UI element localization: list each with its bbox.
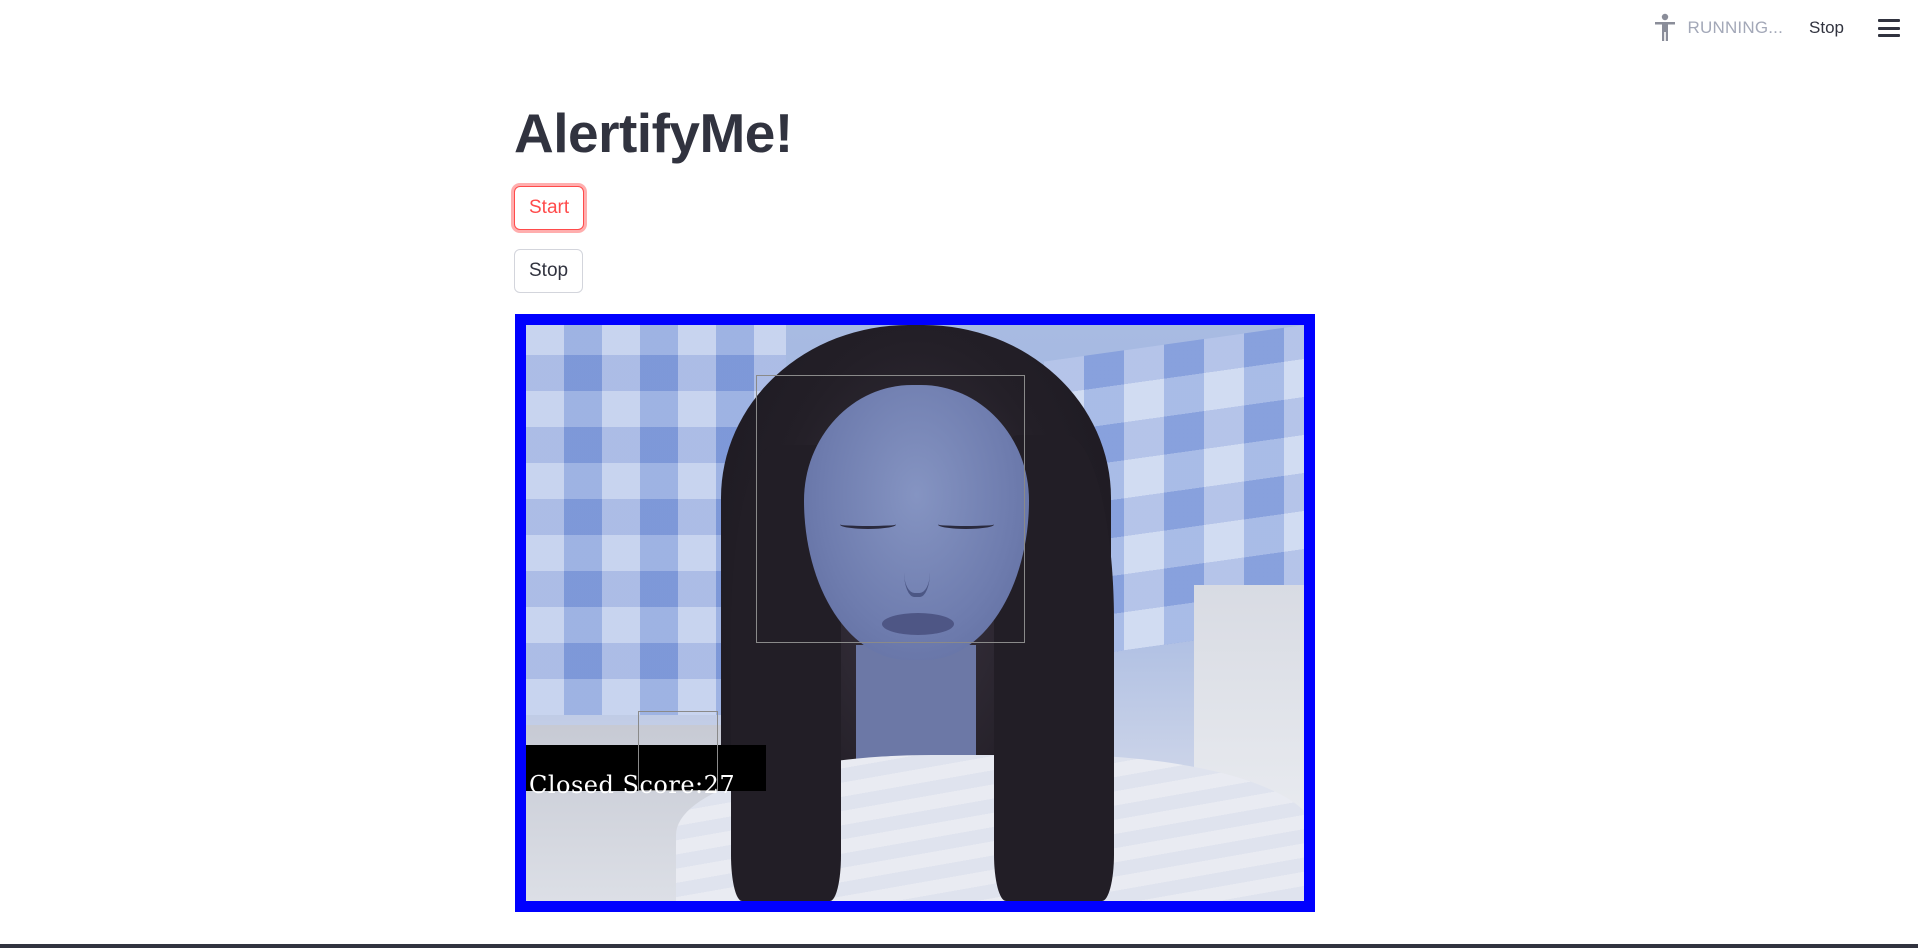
webcam-video-frame: Closed Score:27 xyxy=(515,314,1315,912)
stop-button[interactable]: Stop xyxy=(514,249,584,293)
eye-status-label: Closed xyxy=(529,771,615,799)
page-title: AlertifyMe! xyxy=(514,102,793,164)
toolbar-stop-button[interactable]: Stop xyxy=(1809,18,1844,38)
hamburger-menu-icon[interactable] xyxy=(1878,19,1900,37)
app-toolbar: RUNNING... Stop xyxy=(1652,0,1918,56)
face-detection-box xyxy=(756,375,1025,643)
webcam-feed-image: Closed Score:27 xyxy=(526,325,1304,901)
start-button[interactable]: Start xyxy=(514,186,585,230)
running-status: RUNNING... xyxy=(1687,18,1784,37)
bottom-divider xyxy=(0,944,1918,948)
main-content: AlertifyMe! Start Stop xyxy=(514,98,1314,293)
status-overlay-text: Closed Score:27 xyxy=(529,771,735,799)
score-label: Score:27 xyxy=(622,771,736,799)
running-man-icon xyxy=(1652,13,1678,43)
